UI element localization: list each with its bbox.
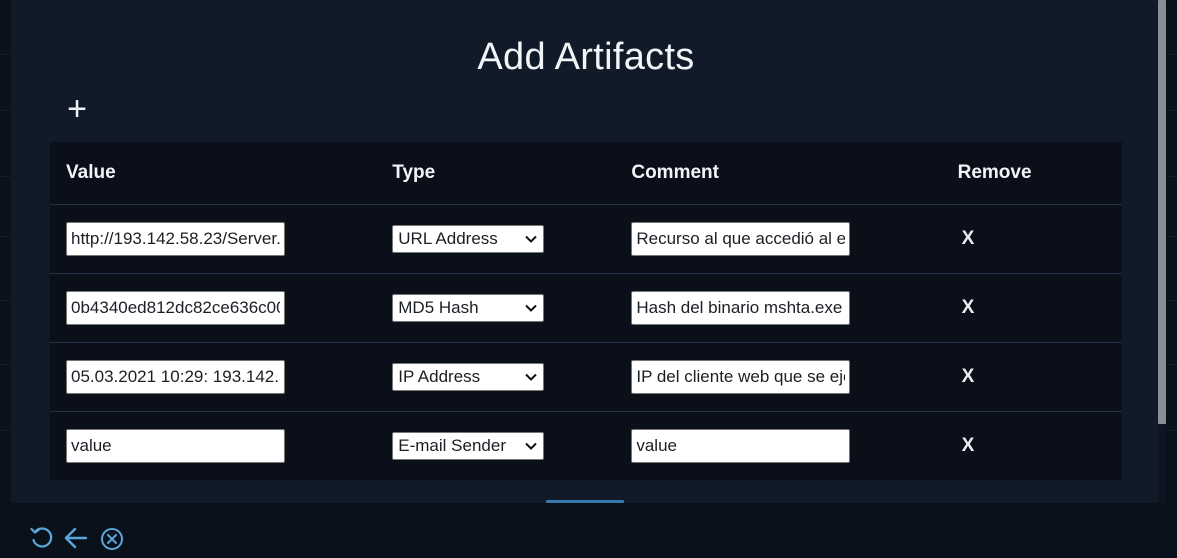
chevron-down-icon [525, 442, 537, 450]
type-cell: URL Address [376, 204, 616, 274]
column-header-value: Value [50, 142, 377, 205]
scrollbar-thumb[interactable] [1158, 0, 1166, 424]
table-row: IP Address X [50, 342, 1122, 412]
add-artifact-button[interactable]: + [64, 92, 90, 126]
value-input[interactable] [66, 429, 285, 463]
type-select[interactable]: URL Address [392, 225, 545, 253]
chevron-down-icon [525, 304, 537, 312]
chevron-down-icon [525, 235, 537, 243]
value-cell [50, 412, 376, 481]
artifacts-table: Value Type Comment Remove URL Address [50, 142, 1122, 480]
remove-cell: X [941, 204, 1122, 274]
value-cell [50, 273, 377, 343]
value-cell [50, 342, 377, 412]
value-input[interactable] [66, 360, 285, 394]
comment-input[interactable] [631, 291, 851, 325]
table-row: URL Address X [50, 204, 1122, 274]
type-select[interactable]: MD5 Hash [392, 294, 545, 322]
type-select[interactable]: E-mail Sender [392, 432, 545, 460]
remove-row-button[interactable]: X [958, 295, 979, 321]
value-cell [50, 204, 377, 274]
remove-cell: X [941, 342, 1122, 412]
value-input[interactable] [66, 222, 285, 256]
refresh-icon[interactable] [29, 525, 55, 551]
comment-cell [615, 342, 942, 412]
comment-cell [615, 273, 942, 343]
type-select-value: IP Address [398, 367, 481, 386]
type-select-value: MD5 Hash [398, 298, 479, 317]
bottom-toolbar [0, 503, 1177, 558]
value-input[interactable] [66, 291, 285, 325]
back-arrow-icon[interactable] [63, 525, 89, 551]
column-header-remove: Remove [941, 142, 1122, 205]
remove-row-button[interactable]: X [958, 433, 979, 459]
chevron-down-icon [525, 373, 537, 381]
table-row: E-mail Sender X [50, 412, 1122, 481]
type-select[interactable]: IP Address [392, 363, 545, 391]
type-cell: E-mail Sender [376, 412, 615, 481]
add-artifacts-dialog: Add Artifacts + Value Type Comment Remov… [11, 0, 1161, 503]
close-circle-icon[interactable] [99, 525, 125, 551]
column-header-type: Type [376, 142, 616, 205]
table-row: MD5 Hash X [50, 273, 1122, 343]
column-header-comment: Comment [615, 142, 942, 205]
remove-row-button[interactable]: X [958, 226, 979, 252]
table-header-row: Value Type Comment Remove [50, 142, 1122, 205]
remove-cell: X [942, 412, 1122, 481]
comment-cell [615, 412, 941, 481]
type-select-value: URL Address [398, 229, 498, 248]
remove-row-button[interactable]: X [958, 364, 979, 390]
comment-input[interactable] [631, 360, 851, 394]
comment-cell [615, 204, 942, 274]
comment-input[interactable] [631, 429, 851, 463]
type-cell: IP Address [376, 342, 616, 412]
type-select-value: E-mail Sender [398, 436, 506, 455]
type-cell: MD5 Hash [376, 273, 616, 343]
dialog-title: Add Artifacts [477, 36, 695, 78]
comment-input[interactable] [631, 222, 851, 256]
remove-cell: X [941, 273, 1122, 343]
